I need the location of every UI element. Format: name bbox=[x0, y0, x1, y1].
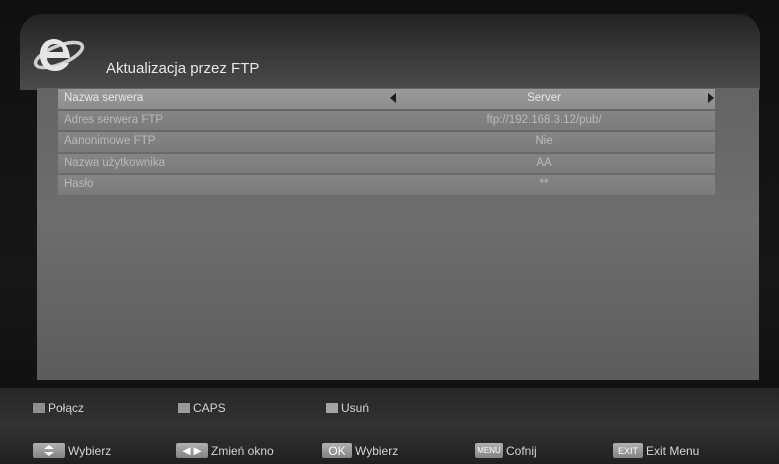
setting-value: ftp://192.168.3.12/pub/ bbox=[486, 113, 602, 126]
ok-key: OK bbox=[322, 443, 352, 458]
menu-key: MENU bbox=[475, 443, 503, 458]
setting-value: Server bbox=[527, 92, 561, 104]
setting-label: Aanonimowe FTP bbox=[64, 135, 156, 147]
setting-password[interactable]: Hasło ** bbox=[58, 175, 715, 195]
hint-label: Wybierz bbox=[68, 443, 112, 458]
yellow-key-icon bbox=[326, 403, 338, 413]
hint-label: Cofnij bbox=[506, 443, 537, 458]
settings-panel: Nazwa serwera Server Adres serwera FTP f… bbox=[37, 88, 759, 380]
hint-select: Wybierz bbox=[33, 443, 111, 458]
delete-label: Usuń bbox=[341, 401, 370, 415]
setting-label: Nazwa serwera bbox=[64, 92, 144, 104]
hint-label: Wybierz bbox=[355, 443, 399, 458]
connect-button[interactable]: Połącz bbox=[33, 401, 84, 415]
hint-change-window: ◀ ▶ Zmień okno bbox=[176, 443, 274, 458]
up-down-arrows-icon bbox=[33, 443, 65, 458]
setting-server-name[interactable]: Nazwa serwera Server bbox=[58, 89, 715, 109]
setting-value: AA bbox=[536, 156, 552, 169]
hint-label: Zmień okno bbox=[211, 443, 274, 458]
caps-button[interactable]: CAPS bbox=[178, 401, 226, 415]
header: Aktualizacja przez FTP bbox=[20, 14, 760, 90]
screen: Aktualizacja przez FTP Nazwa serwera Ser… bbox=[0, 0, 779, 464]
green-key-icon bbox=[178, 403, 190, 413]
setting-label: Adres serwera FTP bbox=[64, 113, 164, 126]
delete-button[interactable]: Usuń bbox=[326, 401, 369, 415]
setting-username[interactable]: Nazwa użytkownika AA bbox=[58, 153, 715, 173]
setting-value: ** bbox=[539, 178, 549, 190]
setting-value: Nie bbox=[535, 135, 553, 147]
setting-ftp-address[interactable]: Adres serwera FTP ftp://192.168.3.12/pub… bbox=[58, 110, 715, 130]
hint-exit: EXIT Exit Menu bbox=[613, 443, 699, 458]
footer: Połącz CAPS Usuń Wybierz ◀ ▶ Zmień okno … bbox=[0, 388, 779, 464]
left-right-key: ◀ ▶ bbox=[176, 443, 208, 458]
hint-back: MENU Cofnij bbox=[475, 443, 537, 458]
caps-label: CAPS bbox=[193, 401, 226, 415]
red-key-icon bbox=[33, 403, 45, 413]
ie-logo-icon bbox=[33, 39, 85, 71]
setting-label: Hasło bbox=[64, 178, 94, 190]
page-title: Aktualizacja przez FTP bbox=[106, 60, 260, 77]
connect-label: Połącz bbox=[48, 401, 85, 415]
hint-label: Exit Menu bbox=[646, 443, 700, 458]
settings-list: Nazwa serwera Server Adres serwera FTP f… bbox=[58, 89, 715, 197]
hint-ok-select: OK Wybierz bbox=[322, 443, 398, 458]
arrow-right-icon[interactable] bbox=[708, 93, 714, 103]
setting-anonymous-ftp[interactable]: Aanonimowe FTP Nie bbox=[58, 132, 715, 152]
exit-key: EXIT bbox=[613, 443, 643, 458]
setting-label: Nazwa użytkownika bbox=[64, 156, 165, 169]
